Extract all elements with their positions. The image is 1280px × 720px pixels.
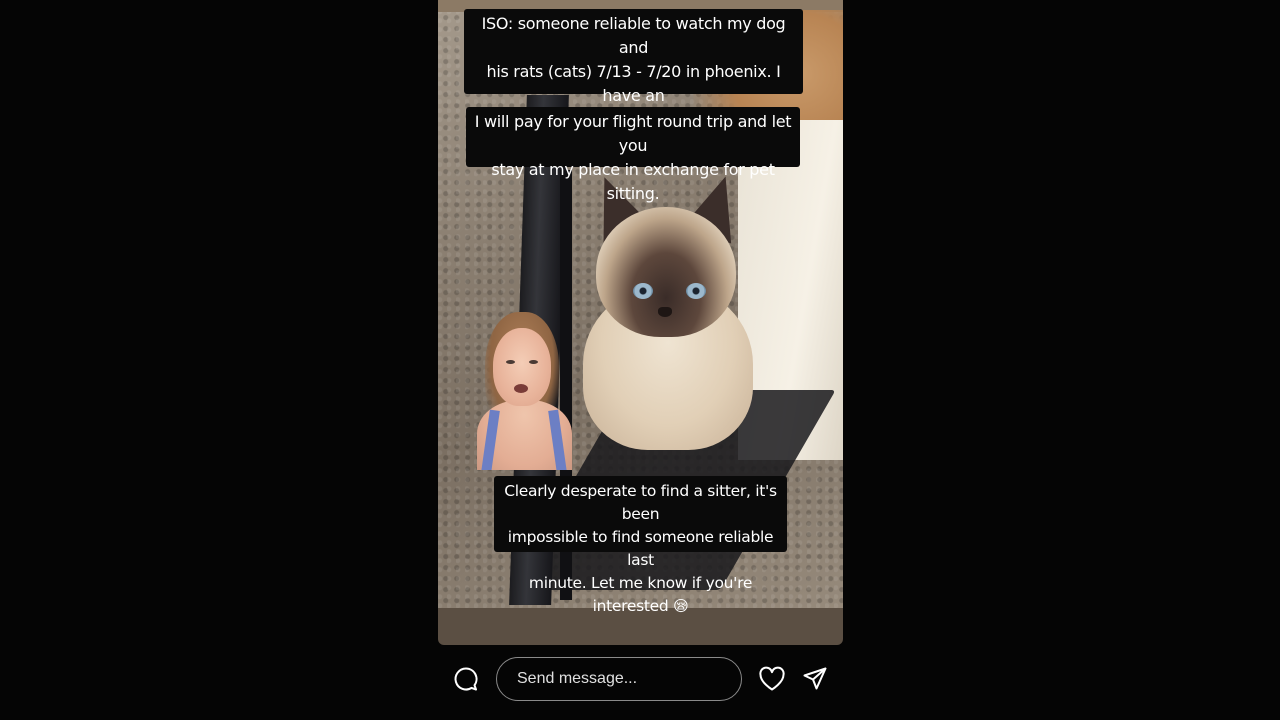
comment-icon	[454, 667, 478, 691]
story-caption-1: ISO: someone reliable to watch my dog an…	[464, 9, 803, 129]
sleepy-face-emoji: 😪	[673, 597, 689, 615]
comment-button[interactable]	[450, 663, 482, 695]
story-caption-3: Clearly desperate to find a sitter, it's…	[494, 476, 787, 615]
cat-head	[596, 207, 736, 337]
facecam-inset	[455, 310, 583, 470]
face	[493, 328, 551, 406]
send-icon	[803, 667, 827, 690]
heart-icon	[759, 666, 785, 691]
send-message-input[interactable]	[496, 657, 742, 701]
story-caption-2: I will pay for your flight round trip an…	[466, 107, 800, 203]
cat-nose	[658, 307, 672, 317]
story-viewer: ISO: someone reliable to watch my dog an…	[0, 0, 1280, 720]
share-button[interactable]	[799, 663, 831, 695]
cat-image	[578, 167, 758, 460]
like-button[interactable]	[756, 663, 788, 695]
cat-eye-right	[686, 283, 706, 299]
cat-eye-left	[633, 283, 653, 299]
story-reply-bar	[438, 650, 843, 710]
